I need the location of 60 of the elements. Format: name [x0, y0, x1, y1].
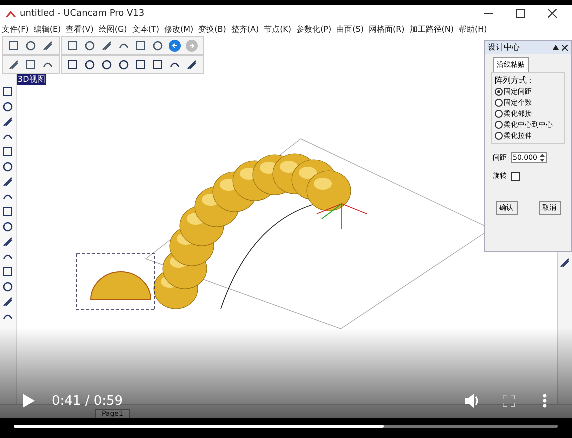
view-label: 3D视图 — [17, 74, 46, 85]
more-icon[interactable] — [543, 394, 547, 408]
radio-button[interactable] — [495, 110, 503, 118]
checkbox[interactable] — [511, 172, 520, 180]
draw-tool-icon — [2, 101, 14, 113]
volume-icon[interactable] — [465, 394, 481, 408]
toolbar-icon — [135, 40, 147, 52]
menu-item[interactable]: 网格面(R) — [368, 24, 405, 34]
draw-tool-icon — [2, 116, 14, 128]
menu-item[interactable]: 编辑(E) — [34, 24, 62, 34]
group-title: 阵列方式： — [495, 75, 536, 86]
toolbar-icon — [101, 40, 113, 52]
draw-tool-icon — [2, 206, 14, 218]
progress-bar[interactable] — [14, 425, 558, 428]
toolbar-icon — [152, 40, 164, 52]
menu-item[interactable]: 修改(M) — [164, 24, 194, 34]
toolbar-icon — [25, 58, 37, 70]
toolbar-icon — [67, 40, 79, 52]
menu-item[interactable]: 参数化(P) — [296, 24, 332, 34]
menu-item[interactable]: 曲面(S) — [336, 24, 364, 34]
menu-item[interactable]: 文本(T) — [132, 24, 160, 34]
spinner-icon[interactable] — [540, 154, 545, 162]
draw-tool-icon — [2, 221, 14, 233]
draw-tool-icon — [2, 176, 14, 188]
radio-button[interactable] — [495, 121, 503, 129]
radio-button[interactable] — [495, 88, 503, 96]
collapse-icon[interactable] — [553, 45, 559, 50]
draw-tool-icon — [2, 296, 14, 308]
menu-item[interactable]: 加工路径(N) — [410, 24, 454, 34]
radio-button[interactable] — [495, 99, 503, 107]
menu-item[interactable]: 节点(K) — [264, 24, 292, 34]
play-icon[interactable] — [23, 394, 35, 408]
toolbar-icon — [42, 40, 54, 52]
maximize-icon[interactable] — [516, 9, 524, 18]
draw-tool-icon — [2, 86, 14, 98]
toolbar-icon — [25, 40, 37, 52]
close-icon[interactable] — [562, 44, 568, 50]
draw-tool-icon — [2, 146, 14, 158]
menu-item[interactable]: 查看(V) — [66, 24, 94, 34]
draw-tool-icon — [2, 266, 14, 278]
app-logo-icon — [6, 10, 16, 18]
menu-item[interactable]: 帮助(H) — [459, 24, 488, 34]
panel-title: 设计中心 — [488, 42, 521, 53]
menu-item[interactable]: 文件(F) — [2, 24, 29, 34]
back-icon[interactable] — [169, 40, 181, 52]
draw-tool-icon — [2, 236, 14, 248]
close-icon[interactable] — [548, 9, 556, 18]
toolbar-icon — [84, 40, 96, 52]
menu-item[interactable]: 绘图(G) — [98, 24, 128, 34]
fullscreen-icon[interactable] — [503, 395, 515, 407]
window-title: untitled - UCancam Pro V13 — [20, 8, 146, 18]
draw-tool-icon — [2, 281, 14, 293]
toolbar-icon — [8, 58, 20, 70]
radio-button[interactable] — [495, 132, 503, 140]
video-time: 0:41 / 0:59 — [52, 394, 124, 408]
menu-item[interactable]: 变换(B) — [198, 24, 226, 34]
draw-tool-icon — [2, 161, 14, 173]
toolbar-icon — [8, 40, 20, 52]
side-tool-icon — [559, 257, 571, 269]
menu-item[interactable]: 整齐(A) — [231, 24, 260, 34]
